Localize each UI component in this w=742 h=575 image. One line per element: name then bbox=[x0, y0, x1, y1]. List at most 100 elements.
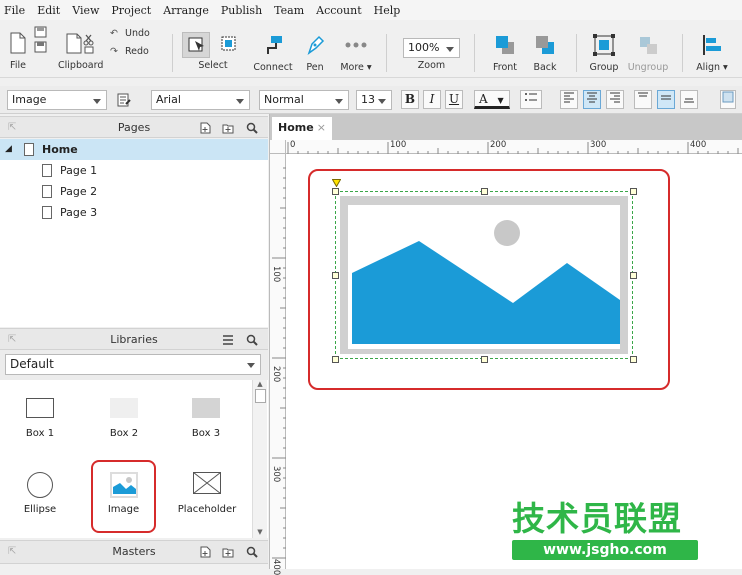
valign-bottom-icon bbox=[684, 98, 694, 103]
group-button[interactable]: Group bbox=[586, 34, 622, 73]
connect-label: Connect bbox=[253, 62, 293, 73]
pages-panel-header: ⇱ Pages bbox=[0, 116, 268, 138]
align-button[interactable]: Align ▾ bbox=[692, 34, 732, 73]
widget-box-2[interactable]: Box 2 bbox=[94, 398, 154, 439]
group-icon bbox=[593, 34, 615, 56]
select-contained-button[interactable] bbox=[216, 32, 242, 58]
bold-button[interactable]: B bbox=[401, 90, 419, 109]
select-intersect-button[interactable] bbox=[182, 32, 210, 58]
image-widget[interactable] bbox=[332, 179, 637, 363]
menu-project[interactable]: Project bbox=[111, 4, 151, 17]
valign-top-button[interactable] bbox=[634, 90, 652, 109]
rotation-handle-icon[interactable] bbox=[332, 179, 341, 187]
valign-middle-icon bbox=[661, 95, 671, 100]
bring-front-button[interactable]: Front bbox=[486, 34, 524, 73]
main-toolbar: File Clipboard ↶ Undo ↷ Redo Select Conn… bbox=[0, 20, 742, 78]
font-family-select[interactable]: Arial bbox=[151, 90, 250, 110]
add-page-icon[interactable] bbox=[199, 122, 211, 134]
toolbar-separator bbox=[682, 34, 683, 72]
resize-handle[interactable] bbox=[481, 356, 488, 363]
collapse-arrow-icon[interactable]: ◢ bbox=[5, 139, 12, 160]
text-color-button[interactable]: A ▼ bbox=[474, 90, 510, 109]
fill-color-button[interactable] bbox=[720, 90, 736, 109]
menu-arrange[interactable]: Arrange bbox=[163, 4, 209, 17]
library-select[interactable]: Default bbox=[5, 354, 261, 375]
widget-box-3[interactable]: Box 3 bbox=[176, 398, 236, 439]
pin-icon[interactable]: ⇱ bbox=[8, 117, 16, 138]
more-button[interactable]: More ▾ bbox=[336, 34, 376, 73]
send-back-button[interactable]: Back bbox=[526, 34, 564, 73]
valign-bottom-button[interactable] bbox=[680, 90, 698, 109]
add-folder-icon[interactable] bbox=[222, 122, 234, 134]
image-icon bbox=[109, 472, 138, 498]
box-icon bbox=[26, 398, 54, 418]
page-tree-home[interactable]: ◢ Home bbox=[0, 139, 268, 160]
bullet-list-button[interactable] bbox=[520, 90, 542, 109]
search-icon[interactable] bbox=[246, 546, 258, 558]
align-text-right-button[interactable] bbox=[606, 90, 624, 109]
menu-icon[interactable] bbox=[222, 334, 234, 346]
ruler-label: 400 bbox=[690, 140, 707, 150]
menu-help[interactable]: Help bbox=[374, 4, 401, 17]
widget-style-select[interactable]: Image bbox=[7, 90, 107, 110]
menu-publish[interactable]: Publish bbox=[221, 4, 262, 17]
style-editor-button[interactable] bbox=[116, 92, 132, 111]
resize-handle[interactable] bbox=[332, 188, 339, 195]
font-size-select[interactable]: 13 bbox=[356, 90, 392, 110]
italic-button[interactable]: I bbox=[423, 90, 441, 109]
resize-handle[interactable] bbox=[481, 188, 488, 195]
redo-button[interactable]: ↷ Redo bbox=[110, 46, 156, 57]
ungroup-button[interactable]: Ungroup bbox=[626, 34, 670, 73]
menu-file[interactable]: File bbox=[4, 4, 25, 17]
page-tab-bar: Home × bbox=[270, 114, 742, 140]
menu-team[interactable]: Team bbox=[274, 4, 304, 17]
ruler-label: 0 bbox=[290, 140, 296, 150]
widget-image[interactable]: Image bbox=[91, 460, 156, 533]
add-master-icon[interactable] bbox=[199, 546, 211, 558]
pen-button[interactable]: Pen bbox=[300, 34, 330, 73]
scroll-up-icon[interactable]: ▲ bbox=[253, 380, 267, 388]
ruler-corner bbox=[270, 140, 286, 154]
menu-edit[interactable]: Edit bbox=[37, 4, 60, 17]
search-icon[interactable] bbox=[246, 122, 258, 134]
align-left-icon bbox=[703, 35, 721, 55]
page-tree-item[interactable]: Page 2 bbox=[0, 181, 268, 202]
resize-handle[interactable] bbox=[630, 272, 637, 279]
scrollbar-thumb[interactable] bbox=[254, 389, 266, 403]
ruler-label: 400 bbox=[271, 559, 281, 575]
file-button[interactable]: File bbox=[6, 32, 30, 71]
page-tree-item[interactable]: Page 3 bbox=[0, 202, 268, 223]
menu-account[interactable]: Account bbox=[316, 4, 361, 17]
close-icon[interactable]: × bbox=[317, 117, 326, 139]
add-folder-icon[interactable] bbox=[222, 546, 234, 558]
valign-middle-button[interactable] bbox=[657, 90, 675, 109]
search-icon[interactable] bbox=[246, 334, 258, 346]
align-text-center-button[interactable] bbox=[583, 90, 601, 109]
widget-ellipse[interactable]: Ellipse bbox=[10, 472, 70, 515]
box-icon bbox=[110, 398, 138, 418]
pin-icon[interactable]: ⇱ bbox=[8, 329, 16, 350]
underline-button[interactable]: U bbox=[445, 90, 463, 109]
library-scrollbar[interactable]: ▲ ▼ bbox=[252, 380, 267, 538]
zoom-select[interactable]: 100% bbox=[403, 38, 460, 58]
menu-view[interactable]: View bbox=[72, 4, 99, 17]
resize-handle[interactable] bbox=[332, 356, 339, 363]
page-tree-item[interactable]: Page 1 bbox=[0, 160, 268, 181]
font-style-select[interactable]: Normal bbox=[259, 90, 349, 110]
placeholder-icon bbox=[193, 472, 221, 494]
resize-handle[interactable] bbox=[630, 188, 637, 195]
resize-handle[interactable] bbox=[630, 356, 637, 363]
tab-home[interactable]: Home × bbox=[272, 117, 332, 140]
align-text-left-button[interactable] bbox=[560, 90, 578, 109]
save-button[interactable] bbox=[32, 26, 48, 56]
widget-placeholder[interactable]: Placeholder bbox=[176, 472, 238, 515]
select-label: Select bbox=[198, 60, 228, 71]
scroll-down-icon[interactable]: ▼ bbox=[253, 528, 267, 536]
resize-handle[interactable] bbox=[332, 272, 339, 279]
page-name: Page 1 bbox=[60, 164, 98, 177]
pin-icon[interactable]: ⇱ bbox=[8, 541, 16, 562]
clipboard-button[interactable]: Clipboard bbox=[58, 32, 103, 71]
connect-button[interactable]: Connect bbox=[250, 34, 296, 73]
widget-box-1[interactable]: Box 1 bbox=[10, 398, 70, 439]
undo-button[interactable]: ↶ Undo bbox=[110, 28, 156, 39]
